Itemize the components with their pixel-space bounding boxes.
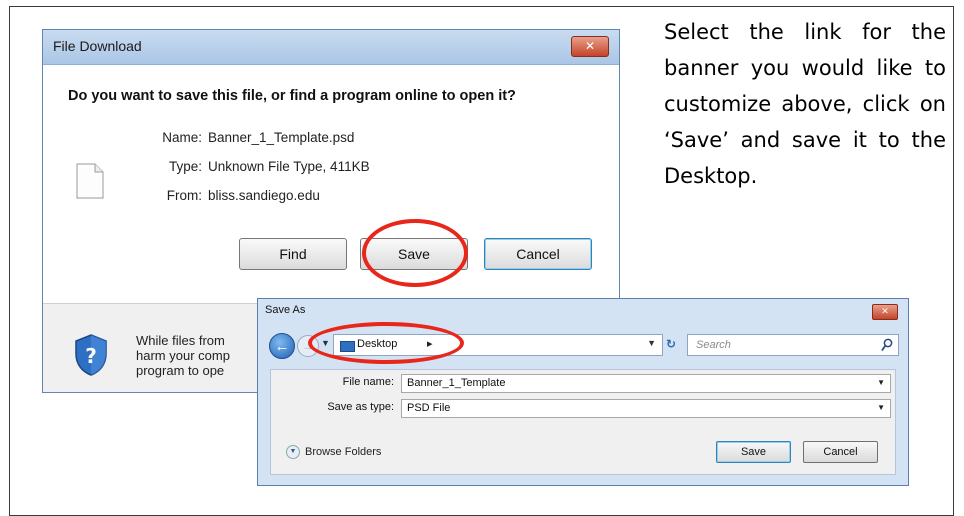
dialog-title: Save As [265,304,306,316]
file-type-value: Unknown File Type, 411KB [208,159,370,174]
type-label: Type: [168,159,202,174]
cancel-button[interactable]: Cancel [803,441,878,463]
save-type-value: PSD File [407,402,451,414]
back-arrow-icon[interactable]: ← [269,333,295,359]
warning-line: harm your comp [136,348,230,363]
find-button[interactable]: Find [239,238,347,270]
from-label: From: [166,188,202,203]
file-name-label: File name: [342,376,394,388]
chevron-down-icon[interactable]: ▼ [647,338,656,348]
file-source-value: bliss.sandiego.edu [208,188,320,203]
save-highlight-ring [362,219,468,287]
name-label: Name: [162,130,202,145]
file-name-value: Banner_1_Template [407,377,506,389]
file-name-input[interactable]: Banner_1_Template ▼ [401,374,891,393]
save-type-select[interactable]: PSD File ▼ [401,399,891,418]
search-icon[interactable] [881,338,893,352]
file-type-row: Type: Unknown File Type, 411KB [148,159,370,174]
save-options-panel: File name: Banner_1_Template ▼ Save as t… [270,369,896,475]
search-input[interactable]: Search [687,334,899,356]
expand-chevron-icon: ▼ [286,445,300,459]
warning-line: While files from [136,333,225,348]
warning-line: program to ope [136,363,225,378]
save-question: Do you want to save this file, or find a… [68,88,516,104]
file-name-row: Name: Banner_1_Template.psd [148,130,354,145]
file-name-value: Banner_1_Template.psd [208,130,355,145]
save-button[interactable]: Save [716,441,791,463]
security-warning-text: While files from harm your comp program … [136,333,230,378]
dialog-title: File Download [53,38,142,54]
save-type-label: Save as type: [327,401,394,413]
close-button[interactable]: ✕ [571,36,609,57]
browse-folders-toggle[interactable]: ▼ Browse Folders [286,445,381,459]
file-icon [76,163,104,199]
chevron-down-icon[interactable]: ▼ [877,403,885,412]
title-bar: File Download ✕ [43,30,619,65]
file-source-row: From: bliss.sandiego.edu [148,188,320,203]
cancel-button[interactable]: Cancel [484,238,592,270]
browse-folders-label: Browse Folders [305,445,382,458]
instruction-text: Select the link for the banner you would… [664,20,946,188]
desktop-highlight-ring [308,322,464,364]
close-button[interactable]: ✕ [872,304,898,320]
shield-question-icon: ? [75,334,107,376]
chevron-down-icon[interactable]: ▼ [877,378,885,387]
search-placeholder: Search [696,339,731,351]
refresh-icon[interactable]: ↻ [666,337,676,351]
svg-text:?: ? [85,344,97,368]
